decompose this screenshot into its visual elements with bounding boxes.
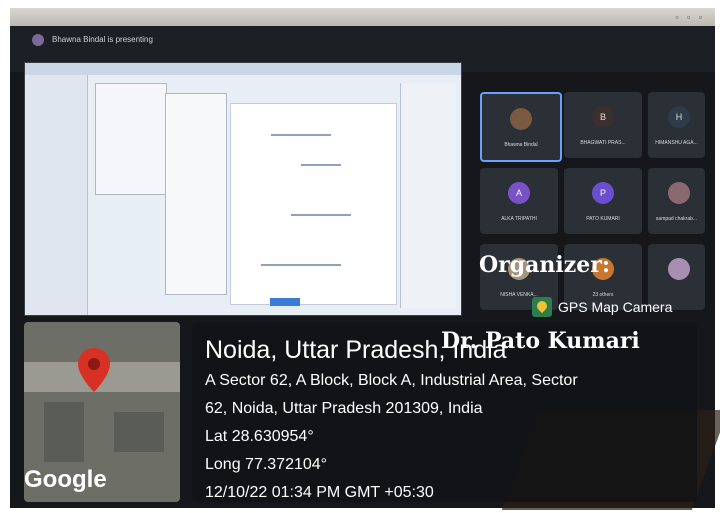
shared-screen (24, 62, 462, 316)
participant-name: Bhawna Bindal (504, 142, 538, 148)
address-line-2: 62, Noida, Uttar Pradesh 201309, India (205, 400, 483, 417)
participant-name: sampad chakrab... (655, 216, 698, 222)
map-building (114, 412, 164, 452)
organizer-name: Dr. Pato Kumari (441, 328, 640, 354)
shared-app-toolbar (25, 63, 461, 75)
address-line-1: A Sector 62, A Block, Block A, Industria… (205, 372, 578, 389)
shared-app-submenu (165, 93, 227, 295)
gps-map-camera-logo-icon (532, 297, 552, 317)
timestamp: 12/10/22 01:34 PM GMT +05:30 (205, 484, 434, 501)
latitude: Lat 28.630954° (205, 428, 314, 445)
participant-avatar: A (508, 182, 530, 204)
participant-tile[interactable]: sampad chakrab... (648, 168, 705, 234)
map-building (44, 402, 84, 462)
participant-name: HIMANSHU AGA... (655, 140, 698, 146)
presenter-avatar (32, 34, 44, 46)
participant-tile[interactable]: Bhawna Bindal (480, 92, 562, 162)
doc-line (261, 264, 341, 266)
doc-line (301, 164, 341, 166)
longitude: Long 77.372104° (205, 456, 328, 473)
participant-avatar: B (592, 106, 614, 128)
participant-name: ALKA TRIPATHI (501, 216, 537, 222)
participant-name: PATO KUMARI (586, 216, 620, 222)
presenter-status: Bhawna Bindal is presenting (52, 35, 153, 44)
participant-name: BHAGWATI PRAS... (580, 140, 626, 146)
participant-tile[interactable]: P PATO KUMARI (564, 168, 642, 234)
participant-avatar (510, 108, 532, 130)
google-logo: Google (24, 466, 107, 493)
participant-avatar: H (668, 106, 690, 128)
browser-top-edge: ▫ ▫ ▫ (10, 8, 715, 26)
shared-app-right-panel (400, 83, 456, 308)
participant-tile[interactable]: H HIMANSHU AGA... (648, 92, 705, 158)
participant-avatar: P (592, 182, 614, 204)
shared-app-menu (95, 83, 167, 195)
location-pin-icon (78, 348, 110, 392)
shared-app-button (270, 298, 300, 306)
participant-tile[interactable]: B BHAGWATI PRAS... (564, 92, 642, 158)
participant-tile[interactable]: A ALKA TRIPATHI (480, 168, 558, 234)
participant-avatar (668, 258, 690, 280)
gps-map-camera-badge: GPS Map Camera (532, 294, 672, 320)
organizer-label: Organizer: (479, 252, 610, 278)
shared-app-left-panel (25, 75, 88, 315)
shared-app-document (230, 103, 397, 305)
doc-line (271, 134, 331, 136)
browser-controls-icon: ▫ ▫ ▫ (675, 12, 705, 22)
participant-avatar (668, 182, 690, 204)
participant-grid: Bhawna Bindal B BHAGWATI PRAS... H HIMAN… (466, 82, 705, 322)
doc-line (291, 214, 351, 216)
gps-map-camera-label: GPS Map Camera (558, 299, 673, 315)
